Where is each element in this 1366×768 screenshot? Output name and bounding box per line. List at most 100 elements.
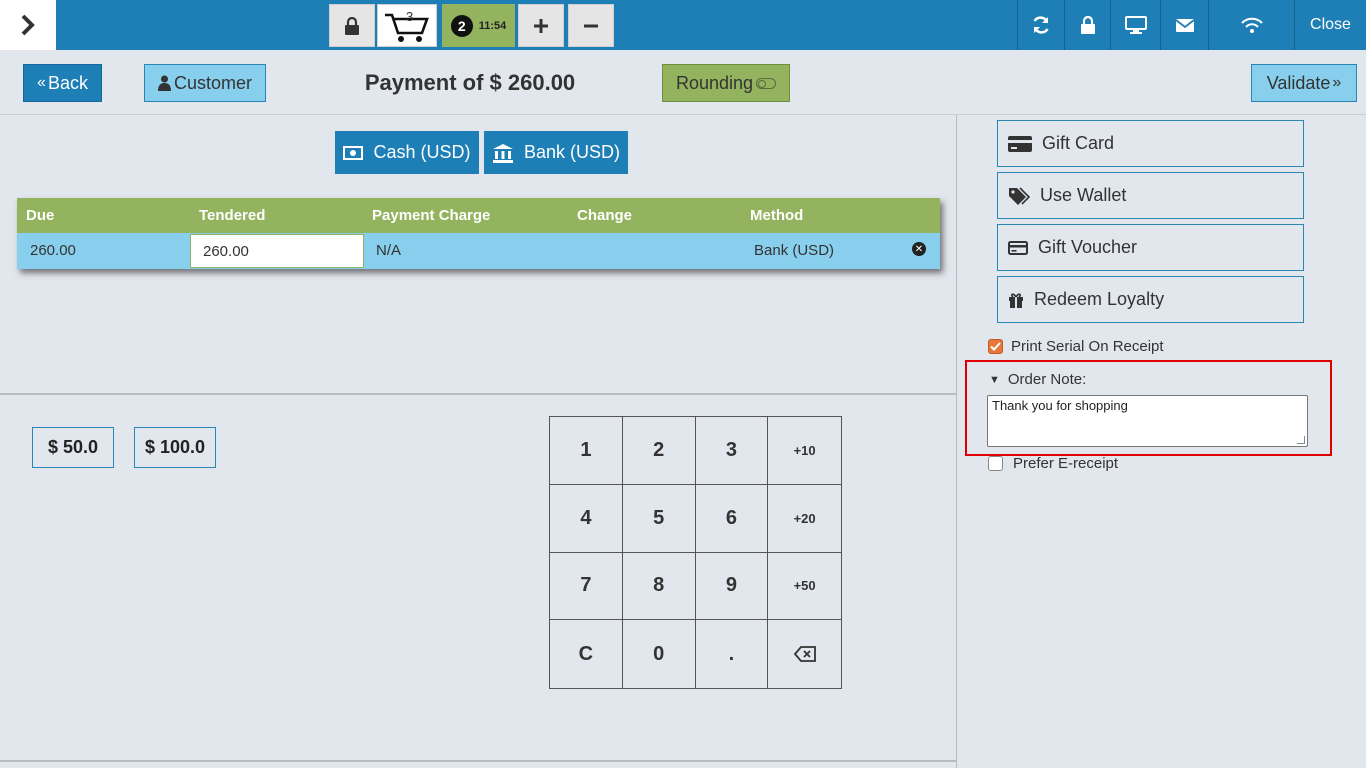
- triangle-down-icon: ▼: [989, 373, 1000, 386]
- new-order-button[interactable]: [518, 4, 564, 47]
- gift-voucher-button[interactable]: Gift Voucher: [997, 224, 1304, 271]
- quick-amount-100-button[interactable]: $ 100.0: [134, 427, 216, 468]
- numpad-key-9[interactable]: 9: [695, 552, 769, 621]
- numpad-key-2[interactable]: 2: [622, 417, 696, 485]
- table-header: Due Tendered Payment Charge Change Metho…: [17, 198, 940, 233]
- method-value: Bank (USD): [754, 242, 835, 259]
- checkmark-icon: [990, 342, 1001, 351]
- credit-card-icon: [1008, 240, 1028, 255]
- quick-amount-50-button[interactable]: $ 50.0: [32, 427, 114, 468]
- gift-card-label: Gift Card: [1042, 133, 1115, 153]
- order-note-label: Order Note:: [1007, 371, 1087, 388]
- double-chevron-left-icon: «: [37, 74, 46, 91]
- gift-icon: [1009, 292, 1023, 308]
- prefer-ereceipt-option[interactable]: Prefer E-receipt: [988, 455, 1118, 472]
- lock-icon: [345, 16, 359, 35]
- numpad-key-8[interactable]: 8: [622, 552, 696, 621]
- print-serial-label: Print Serial On Receipt: [1011, 338, 1164, 355]
- tags-icon: [1009, 186, 1030, 205]
- order-note-text: Thank you for shopping: [992, 398, 1128, 413]
- numpad-key-plus20[interactable]: +20: [768, 485, 841, 553]
- numpad-key-3[interactable]: 3: [695, 417, 769, 485]
- double-chevron-right-icon: »: [1332, 74, 1342, 91]
- due-value: 260.00: [30, 242, 76, 259]
- lock-button[interactable]: [329, 4, 375, 47]
- col-method: Method: [750, 207, 804, 224]
- numpad-key-1[interactable]: 1: [550, 417, 623, 485]
- use-wallet-label: Use Wallet: [1040, 185, 1127, 205]
- validate-label: Validate: [1266, 72, 1331, 93]
- col-change: Change: [577, 207, 633, 224]
- validate-button[interactable]: Validate »: [1251, 64, 1357, 102]
- resize-handle[interactable]: [1297, 436, 1305, 444]
- minus-icon: [584, 24, 598, 27]
- bank-icon: [492, 143, 513, 163]
- customer-label: Customer: [173, 72, 253, 93]
- order-selector[interactable]: 2 11:54: [442, 4, 515, 47]
- payment-charge-value: N/A: [376, 242, 402, 259]
- messages-button[interactable]: [1160, 0, 1208, 50]
- prefer-ereceipt-label: Prefer E-receipt: [1013, 455, 1119, 472]
- numpad-key-plus50[interactable]: +50: [768, 553, 841, 621]
- numpad-key-5[interactable]: 5: [622, 484, 696, 553]
- header-divider: [0, 114, 1366, 115]
- col-due: Due: [26, 207, 55, 224]
- bank-method-label: Bank (USD): [523, 142, 621, 162]
- lock-icon: [1080, 16, 1095, 34]
- numpad-key-plus10[interactable]: +10: [768, 417, 841, 485]
- connection-status[interactable]: [1208, 0, 1294, 50]
- use-wallet-button[interactable]: Use Wallet: [997, 172, 1304, 219]
- payment-lines-table: Due Tendered Payment Charge Change Metho…: [17, 198, 940, 269]
- monitor-icon: [1124, 16, 1147, 34]
- lock-screen-button[interactable]: [1064, 0, 1110, 50]
- wifi-icon: [1240, 17, 1263, 33]
- bank-method-button[interactable]: Bank (USD): [484, 131, 628, 174]
- user-icon: [157, 75, 171, 91]
- numpad: 1 2 3 +10 4 5 6 +20 7 8 9 +50 C 0 .: [549, 416, 842, 689]
- numpad-key-7[interactable]: 7: [550, 552, 623, 621]
- top-bar: 3 2 11:54 Close: [0, 0, 1366, 50]
- print-serial-checkbox[interactable]: [988, 339, 1003, 354]
- numpad-key-4[interactable]: 4: [550, 484, 623, 553]
- gift-card-button[interactable]: Gift Card: [997, 120, 1304, 167]
- menu-toggle-button[interactable]: [0, 0, 56, 50]
- numpad-key-decimal[interactable]: .: [696, 620, 769, 688]
- order-time: 11:54: [478, 19, 507, 32]
- print-serial-option[interactable]: Print Serial On Receipt: [988, 338, 1164, 355]
- order-number-badge: 2: [450, 14, 473, 37]
- redeem-loyalty-button[interactable]: Redeem Loyalty: [997, 276, 1304, 323]
- back-label: Back: [47, 72, 88, 93]
- col-tendered: Tendered: [199, 207, 266, 224]
- delete-order-button[interactable]: [568, 4, 614, 47]
- cash-method-button[interactable]: Cash (USD): [335, 131, 479, 174]
- numpad-key-6[interactable]: 6: [695, 484, 769, 553]
- numpad-key-0[interactable]: 0: [623, 620, 696, 688]
- plus-icon: [534, 18, 548, 33]
- backspace-icon: [793, 646, 816, 663]
- table-row[interactable]: 260.00 260.00 N/A Bank (USD) ✕: [17, 233, 940, 269]
- mail-icon: [1174, 19, 1195, 32]
- cash-method-label: Cash (USD): [373, 142, 471, 162]
- credit-card-icon: [1008, 135, 1032, 152]
- close-button[interactable]: Close: [1294, 0, 1366, 50]
- cart-count: 3: [406, 9, 414, 24]
- rounding-label: Rounding: [675, 72, 754, 93]
- numpad-key-backspace[interactable]: [768, 620, 841, 688]
- toggle-off-icon: [756, 77, 777, 89]
- col-payment-charge: Payment Charge: [372, 207, 491, 224]
- order-note-textarea[interactable]: Thank you for shopping: [987, 395, 1308, 447]
- numpad-key-clear[interactable]: C: [550, 620, 623, 688]
- back-button[interactable]: « Back: [23, 64, 102, 102]
- customer-display-button[interactable]: [1110, 0, 1160, 50]
- sync-button[interactable]: [1017, 0, 1064, 50]
- chevron-right-icon: [21, 14, 35, 36]
- prefer-ereceipt-checkbox[interactable]: [988, 456, 1003, 471]
- remove-line-icon[interactable]: ✕: [912, 242, 926, 256]
- rounding-toggle[interactable]: Rounding: [662, 64, 790, 102]
- customer-button[interactable]: Customer: [144, 64, 266, 102]
- gift-voucher-label: Gift Voucher: [1038, 237, 1138, 257]
- tendered-input[interactable]: 260.00: [190, 234, 364, 268]
- section-divider: [0, 393, 957, 395]
- order-note-toggle[interactable]: ▼ Order Note:: [989, 371, 1086, 388]
- cart-button[interactable]: 3: [377, 4, 437, 47]
